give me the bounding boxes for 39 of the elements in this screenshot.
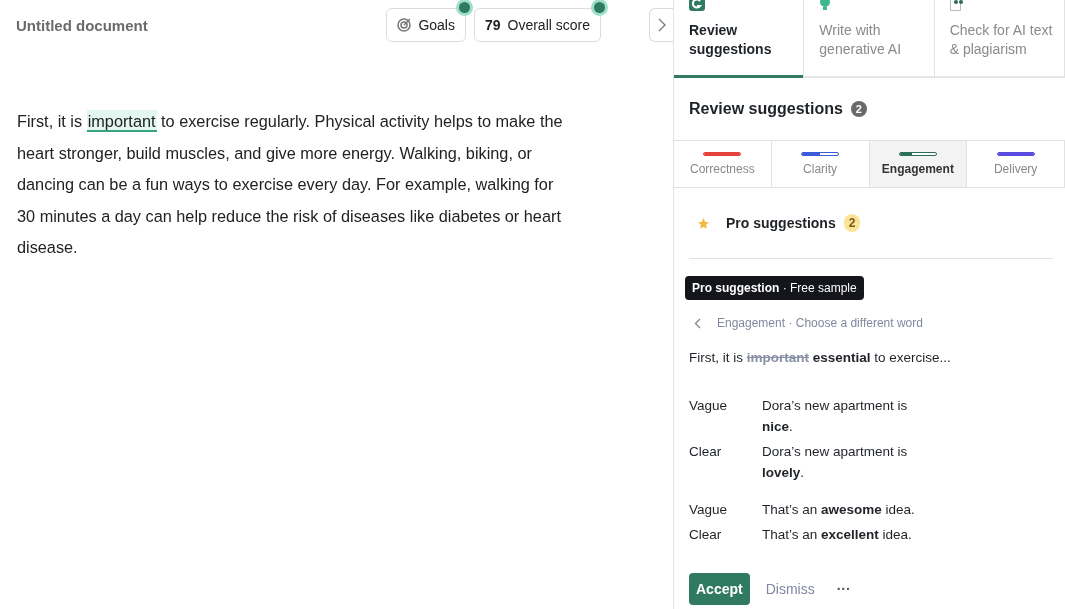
example-label: Clear [689, 443, 723, 461]
example-sentence: Dora’s new apartment is lovely. [762, 443, 909, 482]
breadcrumb: Engagement · Choose a different word [717, 316, 923, 330]
example-label: Vague [689, 397, 729, 415]
suggestion-preview: First, it is important essential to exercise... [689, 350, 952, 365]
quote-icon [949, 0, 964, 11]
chevron-right-icon [657, 18, 666, 32]
score-bar [898, 152, 937, 156]
logo-icon [689, 0, 705, 11]
panel-tab[interactable]: Check for AI text & plagiarism [934, 0, 1065, 78]
section-title: Review suggestions [689, 100, 843, 118]
target-icon [397, 18, 412, 32]
example-sentence: That’s an excellent idea. [762, 526, 913, 544]
more-button[interactable]: ··· [830, 581, 857, 597]
document-paragraph: First, it is important to exercise regularly. Physical activity helps to make the heart stronger, build muscles, and give more energy. Walking, biking, or dancing can be a fun ways to exercise every day. For example, walking for 30 minutes a day can help reduce the risk of diseases like diabetes or heart disease. [17, 109, 564, 259]
panel-tab[interactable]: Write with generative AI [804, 0, 935, 78]
pro-suggestions-title: Pro suggestions [726, 215, 836, 231]
status-dot [594, 2, 605, 13]
pro-suggestion-tag: Pro suggestion · Free sample [685, 276, 864, 300]
status-dot [458, 2, 470, 13]
score-bar [801, 152, 840, 156]
panel-tab[interactable]: Review suggestions [674, 0, 805, 78]
accept-button[interactable]: Accept [689, 573, 750, 605]
example-label: Vague [689, 501, 729, 519]
lightbulb-icon [819, 0, 832, 11]
category-tab[interactable]: Engagement [869, 141, 968, 187]
dismiss-button[interactable]: Dismiss [765, 581, 815, 597]
score-bar [703, 152, 742, 156]
example-label: Clear [689, 526, 723, 544]
star-icon [697, 216, 710, 230]
score-bar [996, 152, 1035, 156]
count-badge: 2 [850, 101, 867, 117]
document-title: Untitled document [16, 16, 149, 34]
example-sentence: Dora’s new apartment is nice. [762, 397, 909, 436]
example-sentence: That’s an awesome idea. [762, 501, 916, 519]
overall-score-button[interactable]: 79 Overall score [473, 8, 601, 42]
count-badge: 2 [843, 214, 861, 232]
goals-button[interactable]: Goals [386, 8, 466, 42]
back-button[interactable] [694, 317, 701, 329]
